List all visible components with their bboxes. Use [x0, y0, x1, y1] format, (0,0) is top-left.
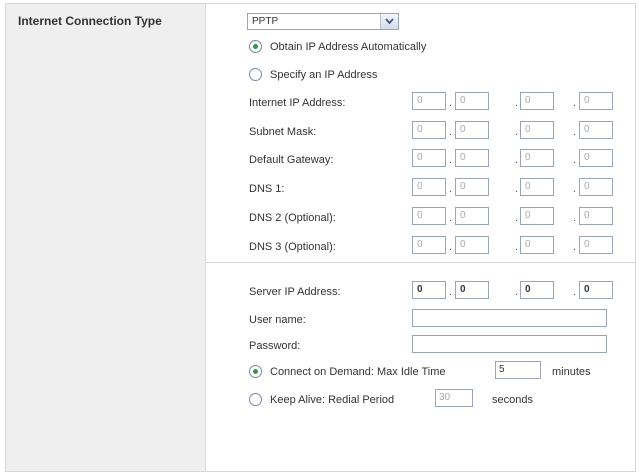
dns3-octet-2[interactable]: 0 — [455, 236, 489, 254]
server-ip-octet-2[interactable]: 0 — [455, 281, 489, 299]
dns2-label: DNS 2 (Optional): — [249, 212, 336, 224]
subnet-mask-octet-2[interactable]: 0 — [455, 121, 489, 139]
dns2-octet-2[interactable]: 0 — [455, 207, 489, 225]
server-ip-octet-3[interactable]: 0 — [520, 281, 554, 299]
dns1-octet-2[interactable]: 0 — [455, 178, 489, 196]
subnet-mask-label: Subnet Mask: — [249, 126, 317, 138]
default-gateway-octet-2[interactable]: 0 — [455, 149, 489, 167]
connection-type-select[interactable]: PPTP — [247, 13, 399, 30]
username-input[interactable] — [412, 309, 607, 327]
subnet-mask-octet-3[interactable]: 0 — [520, 121, 554, 139]
sidebar: Internet Connection Type — [6, 4, 206, 471]
connection-type-value: PPTP — [252, 16, 279, 27]
internet-ip-octet-1[interactable]: 0 — [412, 92, 446, 110]
octet-separator: . — [449, 126, 453, 138]
dns1-octet-1[interactable]: 0 — [412, 178, 446, 196]
specify-ip-label: Specify an IP Address — [270, 69, 378, 81]
internet-ip-octet-2[interactable]: 0 — [455, 92, 489, 110]
password-input[interactable] — [412, 335, 607, 353]
octet-separator: . — [573, 154, 577, 166]
section-title: Internet Connection Type — [18, 14, 162, 28]
internet-ip-octet-4[interactable]: 0 — [579, 92, 613, 110]
internet-ip-octet-3[interactable]: 0 — [520, 92, 554, 110]
obtain-ip-auto-label: Obtain IP Address Automatically — [270, 41, 427, 53]
section-divider — [205, 262, 635, 263]
radio-obtain-ip-auto[interactable] — [249, 40, 262, 53]
dns1-label: DNS 1: — [249, 183, 285, 195]
content-area: PPTP Obtain IP Address Automatically Spe… — [205, 4, 635, 471]
subnet-mask-octet-1[interactable]: 0 — [412, 121, 446, 139]
redial-period-input[interactable]: 30 — [435, 389, 473, 407]
chevron-down-icon[interactable] — [380, 14, 398, 29]
octet-separator: . — [573, 126, 577, 138]
server-ip-octet-4[interactable]: 0 — [579, 281, 613, 299]
server-ip-octet-1[interactable]: 0 — [412, 281, 446, 299]
octet-separator: . — [449, 183, 453, 195]
octet-separator: . — [449, 286, 453, 298]
octet-separator: . — [515, 241, 519, 253]
keep-alive-label: Keep Alive: Redial Period — [270, 394, 395, 406]
octet-separator: . — [515, 212, 519, 224]
octet-separator: . — [573, 286, 577, 298]
octet-separator: . — [449, 97, 453, 109]
settings-panel: Internet Connection Type PPTP Obtain IP … — [5, 3, 636, 472]
dns1-octet-4[interactable]: 0 — [579, 178, 613, 196]
connect-on-demand-label: Connect on Demand: Max Idle Time — [270, 366, 446, 378]
radio-keep-alive[interactable] — [249, 393, 262, 406]
dns3-octet-4[interactable]: 0 — [579, 236, 613, 254]
default-gateway-octet-4[interactable]: 0 — [579, 149, 613, 167]
dns3-label: DNS 3 (Optional): — [249, 241, 336, 253]
octet-separator: . — [515, 183, 519, 195]
octet-separator: . — [573, 97, 577, 109]
dns3-octet-1[interactable]: 0 — [412, 236, 446, 254]
internet-ip-label: Internet IP Address: — [249, 97, 346, 109]
octet-separator: . — [515, 154, 519, 166]
redial-period-unit: seconds — [492, 394, 533, 406]
octet-separator: . — [449, 154, 453, 166]
octet-separator: . — [515, 286, 519, 298]
max-idle-time-input[interactable]: 5 — [495, 361, 541, 379]
username-label: User name: — [249, 314, 306, 326]
default-gateway-octet-1[interactable]: 0 — [412, 149, 446, 167]
server-ip-label: Server IP Address: — [249, 286, 341, 298]
dns2-octet-3[interactable]: 0 — [520, 207, 554, 225]
octet-separator: . — [515, 126, 519, 138]
radio-connect-on-demand[interactable] — [249, 365, 262, 378]
password-label: Password: — [249, 340, 301, 352]
dns1-octet-3[interactable]: 0 — [520, 178, 554, 196]
octet-separator: . — [449, 241, 453, 253]
octet-separator: . — [515, 97, 519, 109]
octet-separator: . — [449, 212, 453, 224]
default-gateway-octet-3[interactable]: 0 — [520, 149, 554, 167]
octet-separator: . — [573, 241, 577, 253]
radio-specify-ip[interactable] — [249, 68, 262, 81]
idle-time-unit: minutes — [552, 366, 591, 378]
octet-separator: . — [573, 183, 577, 195]
dns2-octet-1[interactable]: 0 — [412, 207, 446, 225]
subnet-mask-octet-4[interactable]: 0 — [579, 121, 613, 139]
dns2-octet-4[interactable]: 0 — [579, 207, 613, 225]
default-gateway-label: Default Gateway: — [249, 154, 334, 166]
dns3-octet-3[interactable]: 0 — [520, 236, 554, 254]
octet-separator: . — [573, 212, 577, 224]
